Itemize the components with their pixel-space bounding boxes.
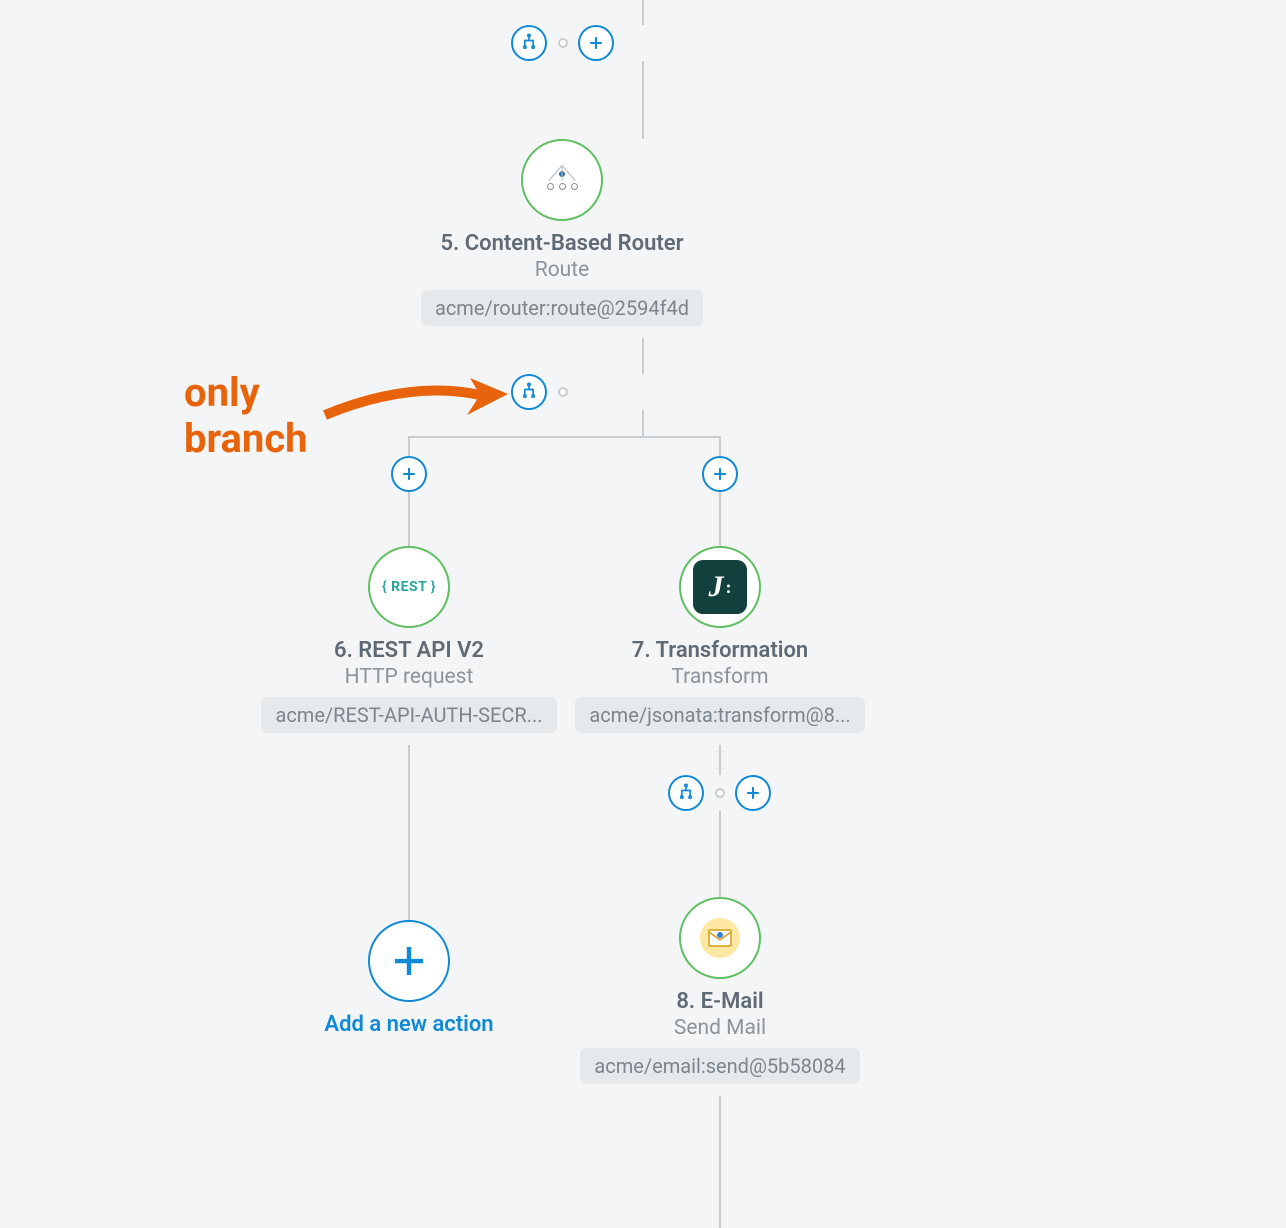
annotation-text: only branch (184, 370, 308, 462)
step-subtitle: HTTP request (249, 665, 569, 689)
add-step-button[interactable] (702, 456, 738, 492)
connector-line (719, 436, 721, 456)
connector-line (642, 0, 644, 25)
plus-icon (388, 940, 430, 982)
step-title: 5. Content-Based Router (402, 231, 722, 256)
step-router[interactable] (521, 139, 603, 221)
branch-icon (519, 382, 539, 402)
plus-icon (743, 783, 763, 803)
plus-icon (710, 464, 730, 484)
connector-dot (715, 788, 725, 798)
connector-line (408, 436, 410, 456)
add-step-button[interactable] (391, 456, 427, 492)
plus-icon (399, 464, 419, 484)
connector-line (408, 492, 410, 546)
add-step-button[interactable] (578, 25, 614, 61)
connector-line (719, 811, 721, 897)
step-email[interactable] (679, 897, 761, 979)
branch-icon (519, 33, 539, 53)
connector-line (408, 436, 721, 438)
step-rest[interactable]: REST (368, 546, 450, 628)
connector-line (408, 745, 410, 920)
step-rest-label: 6. REST API V2 HTTP request acme/REST-AP… (249, 638, 569, 737)
jsonata-icon: J: (693, 560, 747, 614)
annotation-arrow (320, 370, 510, 430)
step-tag[interactable]: acme/email:send@5b58084 (580, 1048, 859, 1084)
connector-dot (558, 387, 568, 397)
step-transform-label: 7. Transformation Transform acme/jsonata… (560, 638, 880, 737)
connector-line (642, 61, 644, 139)
step-tag[interactable]: acme/jsonata:transform@8... (575, 697, 864, 733)
step-subtitle: Transform (560, 665, 880, 689)
connector-line (642, 338, 644, 374)
step-title: 8. E-Mail (560, 989, 880, 1014)
email-icon (700, 918, 740, 958)
branch-button[interactable] (511, 25, 547, 61)
add-action-button[interactable] (368, 920, 450, 1002)
step-title: 6. REST API V2 (249, 638, 569, 663)
step-subtitle: Send Mail (560, 1016, 880, 1040)
step-tag[interactable]: acme/router:route@2594f4d (421, 290, 703, 326)
connector-line (719, 1096, 721, 1228)
connector-line (642, 410, 644, 436)
branch-button[interactable] (511, 374, 547, 410)
step-title: 7. Transformation (560, 638, 880, 663)
router-icon (547, 171, 578, 190)
step-tag[interactable]: acme/REST-API-AUTH-SECR... (261, 697, 556, 733)
step-transform[interactable]: J: (679, 546, 761, 628)
connector-line (719, 745, 721, 775)
branch-button[interactable] (668, 775, 704, 811)
plus-icon (586, 33, 606, 53)
add-action-label: Add a new action (249, 1012, 569, 1037)
connector-dot (558, 38, 568, 48)
branch-icon (676, 783, 696, 803)
add-step-button[interactable] (735, 775, 771, 811)
connector-line (719, 492, 721, 546)
step-email-label: 8. E-Mail Send Mail acme/email:send@5b58… (560, 989, 880, 1088)
step-subtitle: Route (402, 258, 722, 282)
flow-canvas: 5. Content-Based Router Route acme/route… (0, 0, 1286, 1228)
rest-icon: REST (382, 579, 436, 595)
step-router-label: 5. Content-Based Router Route acme/route… (402, 231, 722, 330)
